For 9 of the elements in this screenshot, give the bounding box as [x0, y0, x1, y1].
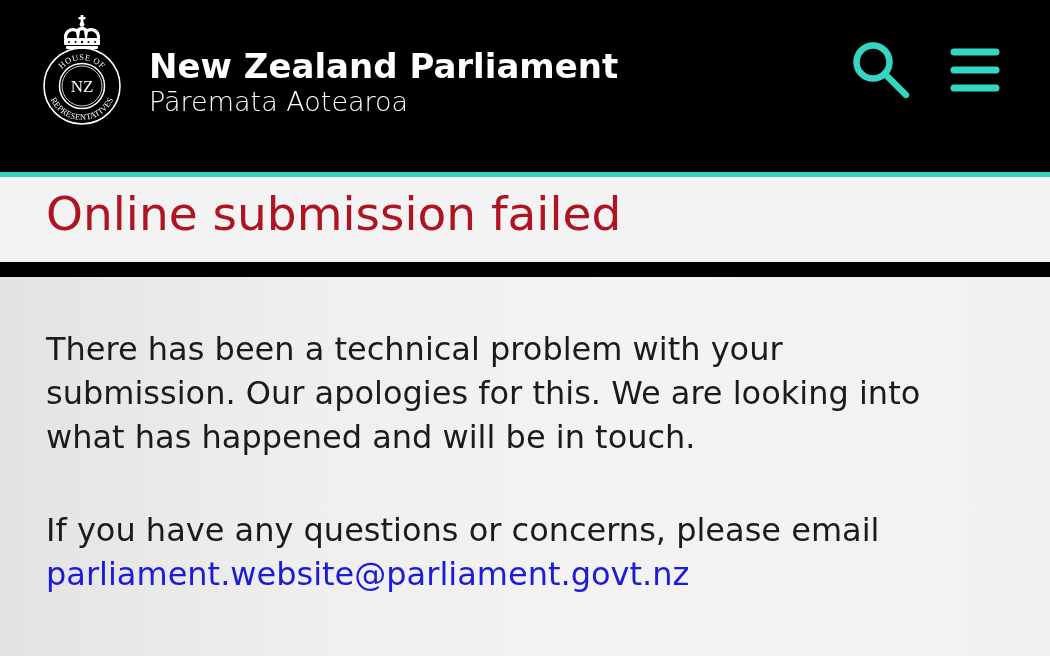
email-link[interactable]: parliament.website@parliament.govt.nz: [46, 555, 690, 593]
message-paragraph: There has been a technical problem with your submission. Our apologies for this. We are looking into what has happened and will be in touch.: [46, 329, 922, 458]
site-subtitle: Pāremata Aotearoa: [149, 86, 410, 118]
site-title: New Zealand Parliament: [149, 46, 619, 86]
page-heading: Online submission failed: [46, 185, 622, 243]
search-icon: [852, 41, 910, 99]
contact-paragraph: If you have any questions or concerns, please email parliament.website@parliament.govt.nz: [46, 510, 881, 595]
menu-icon: [950, 48, 1000, 92]
logo-monogram: NZ: [70, 77, 94, 96]
